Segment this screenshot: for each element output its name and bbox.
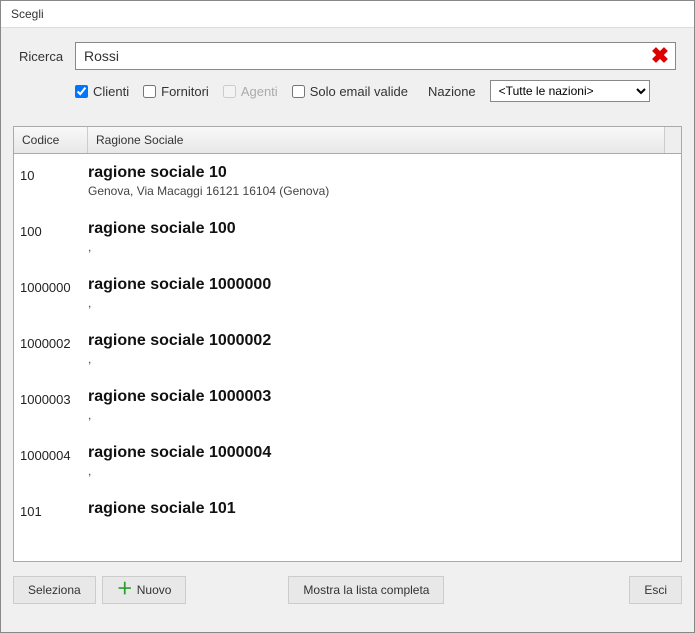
plus-icon: ＋ — [117, 582, 133, 598]
col-header-scroll-gutter — [665, 127, 681, 153]
table-row[interactable]: 1000002ragione sociale 1000002, — [14, 322, 681, 378]
new-button-label: Nuovo — [137, 583, 172, 597]
row-subtitle: , — [88, 240, 671, 254]
checkbox-solo-email-input[interactable] — [292, 85, 305, 98]
search-input-wrap: ✖ — [75, 42, 676, 70]
row-subtitle: , — [88, 352, 671, 366]
footer: Seleziona ＋ Nuovo Mostra la lista comple… — [1, 568, 694, 614]
search-area: Ricerca ✖ Clienti Fornitori Agenti Solo … — [1, 28, 694, 112]
checkbox-clienti-label: Clienti — [93, 84, 129, 99]
row-title: ragione sociale 1000000 — [88, 276, 671, 294]
checkbox-solo-email[interactable]: Solo email valide — [292, 84, 408, 99]
clear-search-icon[interactable]: ✖ — [649, 45, 671, 67]
row-code: 1000000 — [14, 276, 88, 310]
row-title: ragione sociale 101 — [88, 500, 671, 518]
search-input[interactable] — [76, 44, 649, 68]
row-title: ragione sociale 1000003 — [88, 388, 671, 406]
row-body: ragione sociale 1000003, — [88, 388, 681, 422]
nation-label: Nazione — [428, 84, 476, 99]
show-full-list-button[interactable]: Mostra la lista completa — [288, 576, 444, 604]
col-header-code[interactable]: Codice — [14, 127, 88, 153]
checkbox-fornitori[interactable]: Fornitori — [143, 84, 209, 99]
table-row[interactable]: 1000004ragione sociale 1000004, — [14, 434, 681, 490]
row-code: 1000002 — [14, 332, 88, 366]
row-title: ragione sociale 100 — [88, 220, 671, 238]
row-body: ragione sociale 10 Genova, Via Macaggi 16… — [88, 164, 681, 198]
row-title: ragione sociale 10 — [88, 164, 671, 182]
row-subtitle — [88, 520, 671, 532]
nation-select[interactable]: <Tutte le nazioni> — [490, 80, 650, 102]
exit-button[interactable]: Esci — [629, 576, 682, 604]
checkbox-clienti-input[interactable] — [75, 85, 88, 98]
row-body: ragione sociale 1000002, — [88, 332, 681, 366]
row-code: 10 — [14, 164, 88, 198]
grid-header: Codice Ragione Sociale — [14, 127, 681, 154]
new-button[interactable]: ＋ Nuovo — [102, 576, 187, 604]
checkbox-agenti: Agenti — [223, 84, 278, 99]
row-body: ragione sociale 1000004, — [88, 444, 681, 478]
select-button[interactable]: Seleziona — [13, 576, 96, 604]
table-row[interactable]: 101ragione sociale 101 — [14, 490, 681, 544]
row-code: 101 — [14, 500, 88, 532]
checkbox-clienti[interactable]: Clienti — [75, 84, 129, 99]
table-row[interactable]: 1000003ragione sociale 1000003, — [14, 378, 681, 434]
row-title: ragione sociale 1000004 — [88, 444, 671, 462]
row-subtitle: , — [88, 408, 671, 422]
checkbox-agenti-input — [223, 85, 236, 98]
row-body: ragione sociale 101 — [88, 500, 681, 532]
row-code: 1000003 — [14, 388, 88, 422]
grid-body[interactable]: 10ragione sociale 10 Genova, Via Macaggi … — [14, 154, 681, 561]
table-row[interactable]: 10ragione sociale 10 Genova, Via Macaggi … — [14, 154, 681, 210]
table-row[interactable]: 1000000ragione sociale 1000000, — [14, 266, 681, 322]
checkbox-agenti-label: Agenti — [241, 84, 278, 99]
table-row[interactable]: 100ragione sociale 100, — [14, 210, 681, 266]
checkbox-solo-email-label: Solo email valide — [310, 84, 408, 99]
row-subtitle: , — [88, 464, 671, 478]
row-subtitle: , — [88, 296, 671, 310]
results-grid: Codice Ragione Sociale 10ragione sociale… — [13, 126, 682, 562]
search-label: Ricerca — [19, 49, 67, 64]
row-body: ragione sociale 1000000, — [88, 276, 681, 310]
row-body: ragione sociale 100, — [88, 220, 681, 254]
col-header-name[interactable]: Ragione Sociale — [88, 127, 665, 153]
row-code: 1000004 — [14, 444, 88, 478]
checkbox-fornitori-label: Fornitori — [161, 84, 209, 99]
row-subtitle: Genova, Via Macaggi 16121 16104 (Genova) — [88, 184, 671, 198]
row-code: 100 — [14, 220, 88, 254]
checkbox-fornitori-input[interactable] — [143, 85, 156, 98]
row-title: ragione sociale 1000002 — [88, 332, 671, 350]
window-title: Scegli — [1, 1, 694, 28]
